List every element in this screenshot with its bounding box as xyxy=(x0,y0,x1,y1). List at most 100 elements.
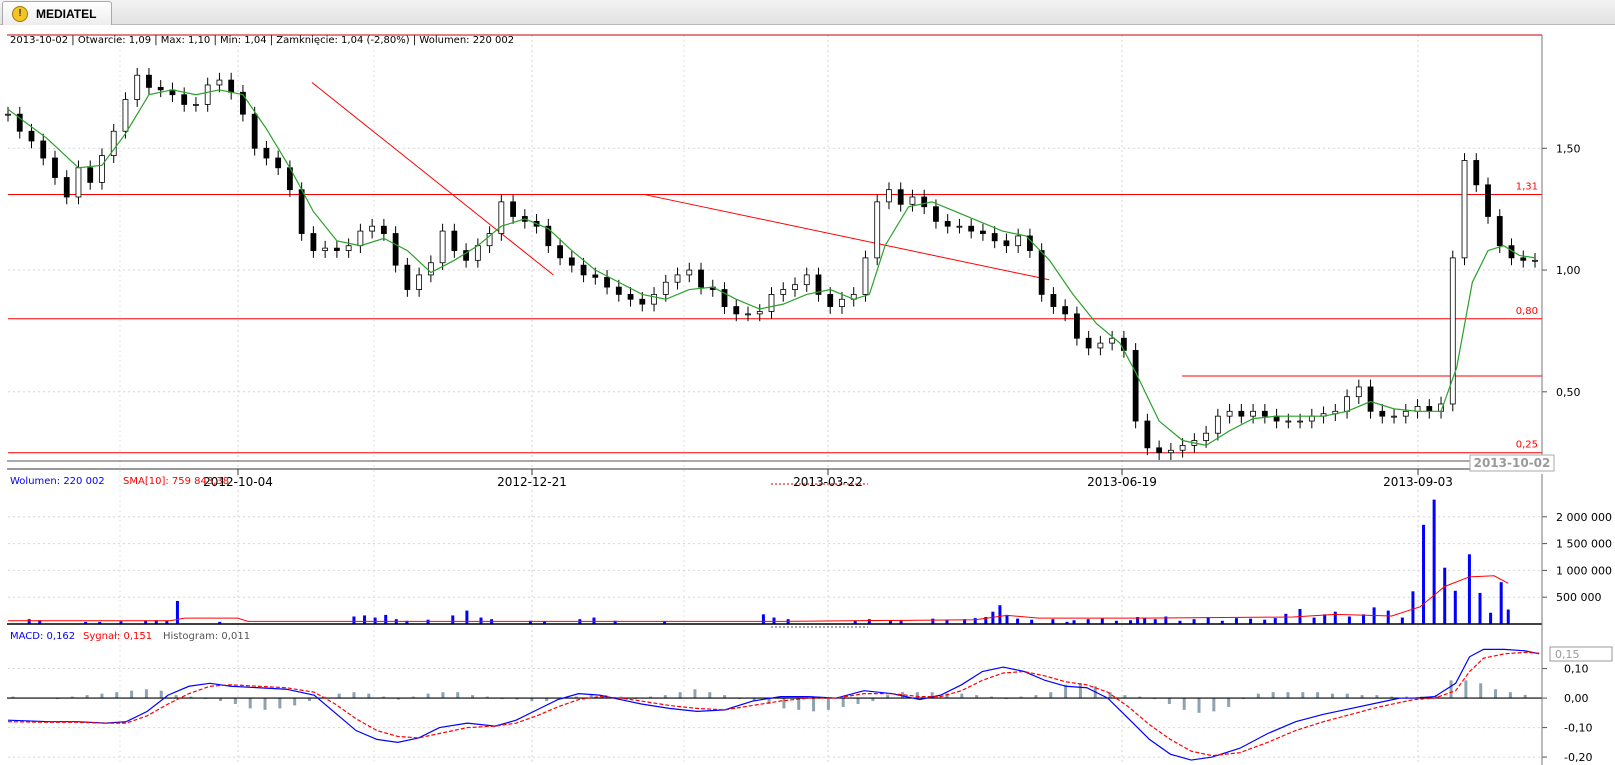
macd-histogram-bar xyxy=(1197,698,1201,713)
price-tick-label: 1,50 xyxy=(1556,142,1581,155)
macd-histogram-bar xyxy=(1479,683,1483,699)
candle-body xyxy=(298,189,305,234)
candle-body xyxy=(122,99,129,132)
signal-header: Sygnał: 0,151 xyxy=(83,631,152,642)
macd-histogram-bar xyxy=(293,698,297,706)
volume-bar xyxy=(998,605,1002,624)
macd-histogram-bar xyxy=(367,693,371,699)
volume-bar xyxy=(761,614,765,624)
candle-body xyxy=(451,230,458,251)
candle-body xyxy=(557,245,563,259)
candle-body xyxy=(1402,410,1409,417)
volume-bar xyxy=(175,600,179,624)
candle-body xyxy=(75,167,82,198)
macd-histogram-bar xyxy=(441,692,445,699)
candle-body xyxy=(1109,337,1116,344)
volume-tick-label: 1 500 000 xyxy=(1556,538,1612,551)
volume-bar xyxy=(1499,582,1503,624)
grid xyxy=(119,35,1419,765)
volume-header: Wolumen: 220 002 xyxy=(10,476,105,487)
candle-body xyxy=(216,79,223,86)
volume-bar xyxy=(1100,618,1104,624)
macd-histogram-bar xyxy=(1182,698,1186,710)
stock-chart[interactable]: 2013-10-02 | Otwarcie: 1,09 | Max: 1,10 … xyxy=(0,24,1615,765)
volume-bar xyxy=(1411,591,1415,624)
volume-bar xyxy=(465,610,469,624)
candle-body xyxy=(146,74,152,88)
candle-body xyxy=(228,79,235,93)
macd-histogram-bar xyxy=(1508,692,1512,699)
candle-body xyxy=(1473,160,1480,186)
candle-body xyxy=(1015,235,1022,247)
candle-body xyxy=(897,189,904,205)
candle-body xyxy=(1132,350,1139,422)
macd-histogram-bar xyxy=(678,692,682,699)
candle-body xyxy=(310,233,317,251)
candle-body xyxy=(63,177,70,198)
volume-bar xyxy=(772,617,776,624)
volume-bar xyxy=(1312,617,1316,624)
sma-line xyxy=(7,89,1536,447)
date-tick-label: 2013-03-22 xyxy=(793,475,863,489)
volume-bar xyxy=(451,615,455,624)
candle-body xyxy=(886,189,892,203)
volume-bar xyxy=(1386,610,1390,624)
candle-body xyxy=(1144,420,1151,449)
tab-bar: ! MEDIATEL xyxy=(0,0,1615,25)
volume-bar xyxy=(1453,590,1457,624)
candle-body xyxy=(157,87,164,91)
candle-body xyxy=(1297,420,1303,423)
volume-bar xyxy=(1016,618,1020,624)
macd-header: MACD: 0,162 xyxy=(10,631,75,642)
macd-histogram-bar xyxy=(1256,693,1260,699)
candle-body xyxy=(380,225,387,234)
candle-body xyxy=(1214,415,1221,434)
candle-body xyxy=(1097,342,1104,349)
level-label: 1,31 xyxy=(1516,182,1538,193)
candle-body xyxy=(1074,313,1080,339)
macd-histogram-bar xyxy=(278,698,282,709)
candle-body xyxy=(639,298,646,305)
candle-body xyxy=(392,233,399,266)
candle-body xyxy=(498,201,505,234)
candle-body xyxy=(181,94,188,105)
macd-histogram-bar xyxy=(1330,693,1334,699)
macd-panel: MACD: 0,162 Sygnał: 0,151 Histogram: 0,0… xyxy=(7,631,1613,764)
macd-histogram-bar xyxy=(263,698,267,710)
macd-histogram-bar xyxy=(826,698,830,710)
macd-histogram-bar xyxy=(782,698,786,709)
price-panel: 2013-10-02 | Otwarcie: 1,09 | Max: 1,10 … xyxy=(5,34,1581,464)
volume-bar xyxy=(373,617,377,624)
candle-body xyxy=(909,196,916,205)
macd-histogram-bar xyxy=(159,690,163,699)
candle-body xyxy=(568,257,575,266)
macd-histogram-bar xyxy=(1167,698,1171,704)
volume-bar xyxy=(363,615,367,624)
candle-body xyxy=(1485,184,1491,217)
candle-body xyxy=(416,274,423,290)
macd-histogram-bar xyxy=(352,692,356,699)
volume-sma-line xyxy=(8,575,1509,622)
date-tick-label: 2013-06-19 xyxy=(1087,475,1157,489)
candle-body xyxy=(780,289,787,295)
candle-body xyxy=(1308,415,1315,422)
volume-tick-label: 500 000 xyxy=(1556,591,1602,604)
candle-body xyxy=(991,233,998,242)
candle-body xyxy=(1520,257,1527,261)
macd-histogram-bar xyxy=(337,693,341,699)
macd-histogram-bar xyxy=(812,698,816,712)
macd-histogram-bar xyxy=(1286,692,1290,699)
volume-bar xyxy=(931,618,935,624)
macd-histogram-bar xyxy=(1464,680,1468,699)
candle-body xyxy=(827,293,834,307)
macd-tick-label: 0,00 xyxy=(1564,692,1589,705)
candle-body xyxy=(592,274,599,278)
tab-mediatel[interactable]: ! MEDIATEL xyxy=(2,1,112,25)
macd-histogram-bar xyxy=(1345,693,1349,699)
macd-histogram-bar xyxy=(1271,692,1275,699)
candle-body xyxy=(275,157,282,169)
candle-body xyxy=(251,113,258,149)
candle-body xyxy=(1344,396,1350,412)
volume-bar xyxy=(592,617,596,624)
volume-bar xyxy=(1489,612,1493,624)
